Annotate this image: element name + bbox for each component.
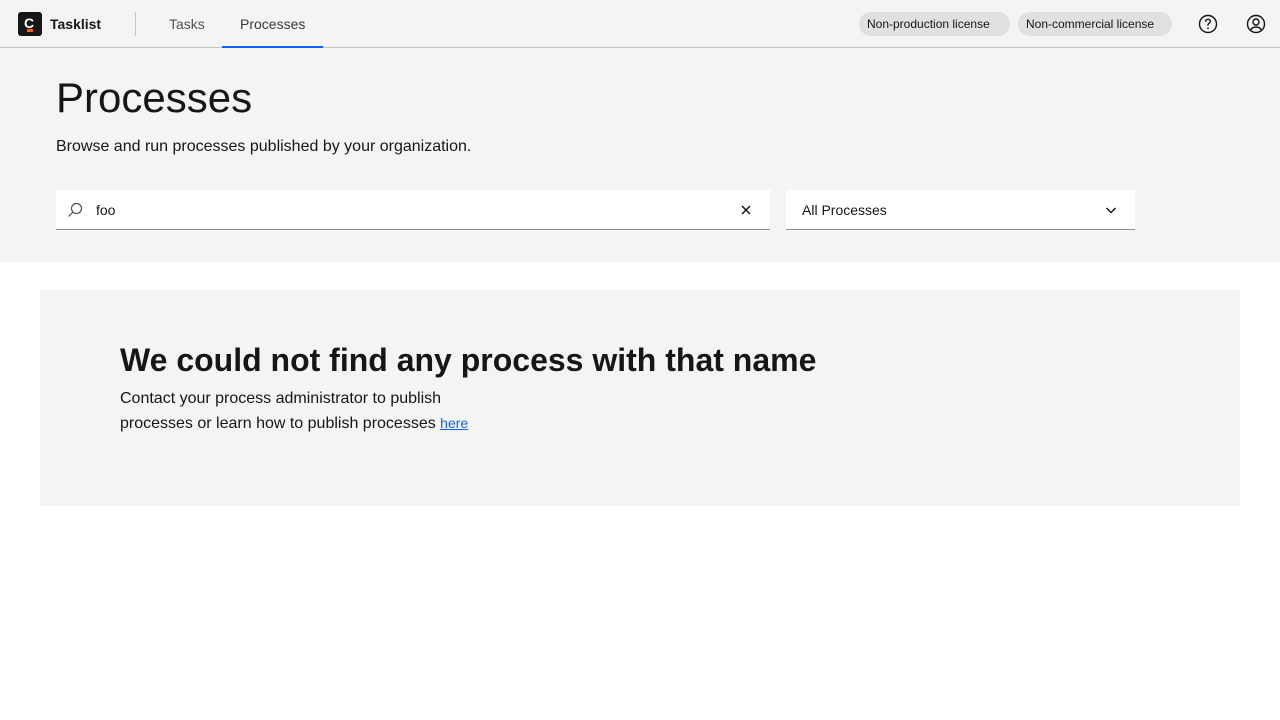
page-description: Browse and run processes published by yo… (56, 138, 472, 155)
nav-tab-processes[interactable]: Processes (222, 0, 323, 49)
logo-accent (27, 29, 33, 32)
nav-tab-processes-label: Processes (240, 16, 306, 32)
empty-state-title: We could not find any process with that … (120, 342, 817, 378)
process-filter-dropdown[interactable]: All Processes (786, 190, 1135, 230)
empty-state-text-line2: processes or learn how to publish proces… (120, 415, 436, 432)
empty-state-body: Contact your process administrator to pu… (120, 387, 540, 436)
app-header: C Tasklist Tasks Processes Non-productio… (0, 0, 1280, 49)
non-production-license-tag[interactable]: Non-production license (859, 12, 1010, 36)
page-hero: Processes Browse and run processes publi… (0, 48, 1280, 262)
publish-processes-link[interactable]: here (440, 415, 468, 431)
non-commercial-license-tag[interactable]: Non-commercial license (1018, 12, 1172, 36)
search-input[interactable] (96, 190, 726, 229)
empty-state-text-line1: Contact your process administrator to pu… (120, 390, 442, 407)
empty-state: We could not find any process with that … (40, 290, 1240, 506)
camunda-logo[interactable]: C (18, 12, 42, 36)
search-icon (67, 202, 83, 218)
app-name[interactable]: Tasklist (50, 15, 101, 33)
process-filter-value: All Processes (802, 202, 887, 218)
chevron-down-icon (1103, 202, 1119, 218)
page-title: Processes (56, 74, 253, 121)
nav-tab-tasks[interactable]: Tasks (151, 0, 222, 48)
search-field[interactable] (56, 190, 770, 230)
help-icon[interactable] (1196, 12, 1220, 36)
close-icon[interactable] (738, 202, 754, 218)
user-avatar-icon[interactable] (1244, 12, 1268, 36)
header-divider (135, 12, 136, 36)
